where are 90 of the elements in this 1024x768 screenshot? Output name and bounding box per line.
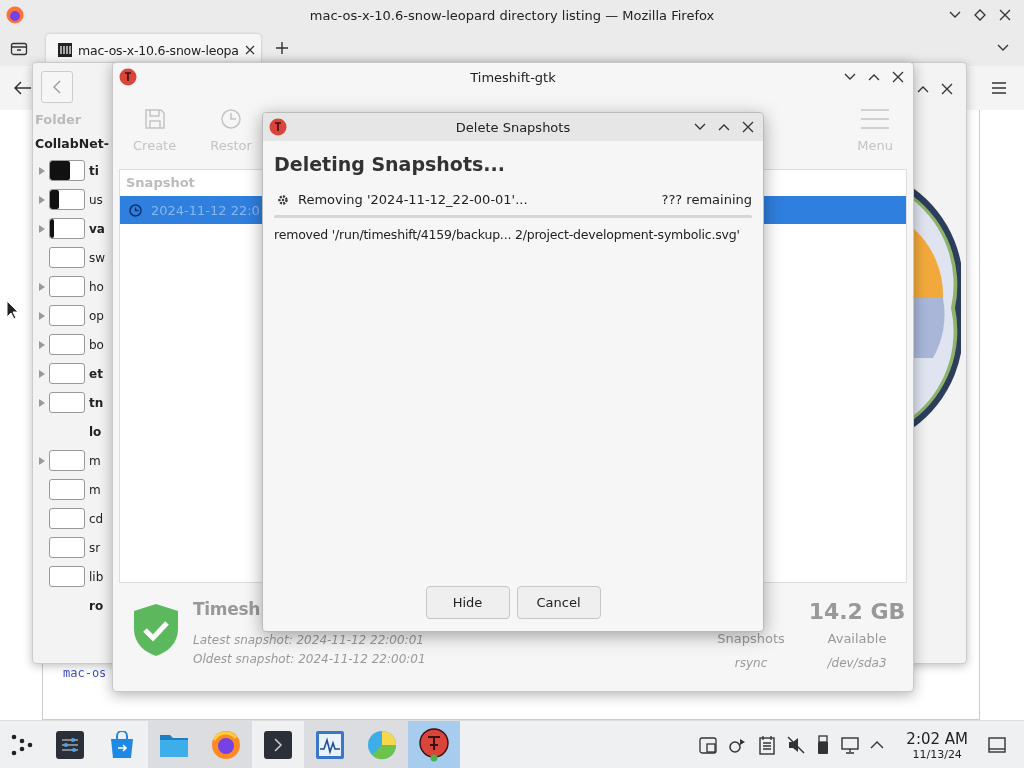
- notes-icon[interactable]: [758, 735, 777, 755]
- dialog-button[interactable]: Hide: [425, 586, 510, 619]
- maximize-icon[interactable]: [973, 8, 987, 22]
- folder-name[interactable]: ho: [89, 279, 104, 294]
- folder-name[interactable]: sw: [89, 250, 106, 265]
- expand-icon[interactable]: [39, 282, 45, 291]
- folder-name[interactable]: va: [89, 221, 105, 236]
- close-icon[interactable]: [940, 81, 954, 96]
- pointer-icon: [6, 300, 18, 320]
- folder-name[interactable]: m: [89, 482, 101, 497]
- folder-name[interactable]: et: [89, 366, 103, 381]
- folder-name[interactable]: ti: [89, 163, 99, 178]
- terminal-icon: [264, 731, 292, 759]
- column-header: Snapshot: [125, 174, 196, 192]
- status-title: Timesh: [193, 599, 261, 621]
- pie-chart-icon: [367, 730, 397, 760]
- window-title: Delete Snapshots: [455, 119, 571, 135]
- clock-date[interactable]: 11/13/24: [912, 747, 962, 761]
- tab-list-icon[interactable]: [10, 40, 28, 56]
- window-title: Timeshift-gtk: [470, 69, 556, 85]
- expand-icon[interactable]: [39, 456, 45, 465]
- clock-icon: [220, 107, 242, 130]
- shield-check-icon: [133, 603, 179, 657]
- browser-logo-icon: [211, 730, 241, 760]
- taskbar-button[interactable]: [408, 721, 460, 768]
- expand-icon[interactable]: [39, 166, 45, 175]
- stat-detail: /dev/sda3: [827, 656, 887, 670]
- back-icon[interactable]: [14, 81, 32, 95]
- folder-icon: [159, 732, 189, 758]
- folder-name[interactable]: lo: [89, 424, 102, 439]
- folder-name[interactable]: lib: [89, 569, 104, 584]
- close-icon[interactable]: [741, 120, 755, 134]
- expand-icon[interactable]: [39, 224, 45, 233]
- shopping-bag-icon: [109, 731, 135, 759]
- close-icon[interactable]: [998, 8, 1012, 22]
- time-remaining: ??? remaining: [661, 192, 752, 207]
- usb-drive-icon[interactable]: [816, 735, 831, 755]
- dialog-button[interactable]: Cancel: [516, 586, 601, 619]
- muted-speaker-icon[interactable]: [786, 735, 807, 755]
- display-icon[interactable]: [840, 735, 861, 755]
- stat-detail: rsync: [734, 656, 768, 670]
- status-text: Removing '2024-11-12_22-00-01'...: [298, 192, 528, 207]
- stat-label: Snapshots: [717, 631, 785, 648]
- clock-time[interactable]: 2:02 AM: [906, 729, 968, 748]
- stat-label: Available: [827, 631, 887, 648]
- folder-name: CollabNet-: [35, 135, 109, 153]
- folder-name[interactable]: ro: [89, 598, 104, 613]
- folder-name[interactable]: m: [89, 453, 101, 468]
- clipboard-icon[interactable]: [698, 735, 719, 755]
- app-logo-icon: [119, 68, 137, 86]
- log-text: removed '/run/timeshift/4159/backup... 2/project-development-symbolic.svg': [274, 227, 741, 242]
- folder-name[interactable]: bo: [89, 337, 104, 352]
- usage-bar: [49, 160, 85, 181]
- folder-name[interactable]: cd: [89, 511, 104, 526]
- new-tab-icon[interactable]: [274, 41, 289, 55]
- menu-icon[interactable]: [992, 82, 1006, 94]
- latest-snapshot-text: Latest snapshot: 2024-11-12 22:00:01: [193, 632, 425, 649]
- stat-value: 14.2 GB: [808, 599, 906, 626]
- save-icon: [143, 107, 166, 130]
- clock-icon: [129, 203, 142, 217]
- app-logo-icon: [269, 118, 287, 136]
- sliders-icon: [56, 731, 84, 759]
- column-header: Folder: [35, 111, 82, 129]
- close-icon[interactable]: [244, 45, 255, 55]
- page-link[interactable]: mac-os: [63, 666, 107, 680]
- folder-name[interactable]: op: [89, 308, 104, 323]
- browser-logo-icon: [6, 6, 24, 24]
- app-logo-icon: [419, 728, 449, 762]
- folder-name[interactable]: sr: [89, 540, 101, 555]
- oldest-snapshot-text: Oldest snapshot: 2024-11-12 22:00:01: [193, 651, 426, 668]
- folder-name[interactable]: tn: [89, 395, 104, 410]
- activity-graph-icon: [316, 731, 344, 759]
- expand-icon[interactable]: [39, 195, 45, 204]
- close-icon[interactable]: [891, 70, 905, 84]
- columns-icon: [58, 43, 72, 57]
- dialog-heading: Deleting Snapshots...: [274, 153, 506, 175]
- expand-icon[interactable]: [39, 311, 45, 320]
- usage-bar: [49, 218, 85, 239]
- expand-icon[interactable]: [39, 398, 45, 407]
- launcher-icon: [10, 733, 34, 757]
- gear-icon: [277, 193, 289, 206]
- folder-name[interactable]: us: [89, 192, 103, 207]
- expand-icon[interactable]: [39, 369, 45, 378]
- menu-icon: [861, 107, 890, 130]
- chevron-left-icon: [52, 79, 62, 94]
- caret-up-icon[interactable]: [870, 740, 885, 750]
- expand-icon[interactable]: [39, 340, 45, 349]
- window-title: mac-os-x-10.6-snow-leopard directory listing — Mozilla Firefox: [309, 7, 715, 23]
- usage-bar: [49, 189, 85, 210]
- show-desktop-icon[interactable]: [988, 737, 1006, 753]
